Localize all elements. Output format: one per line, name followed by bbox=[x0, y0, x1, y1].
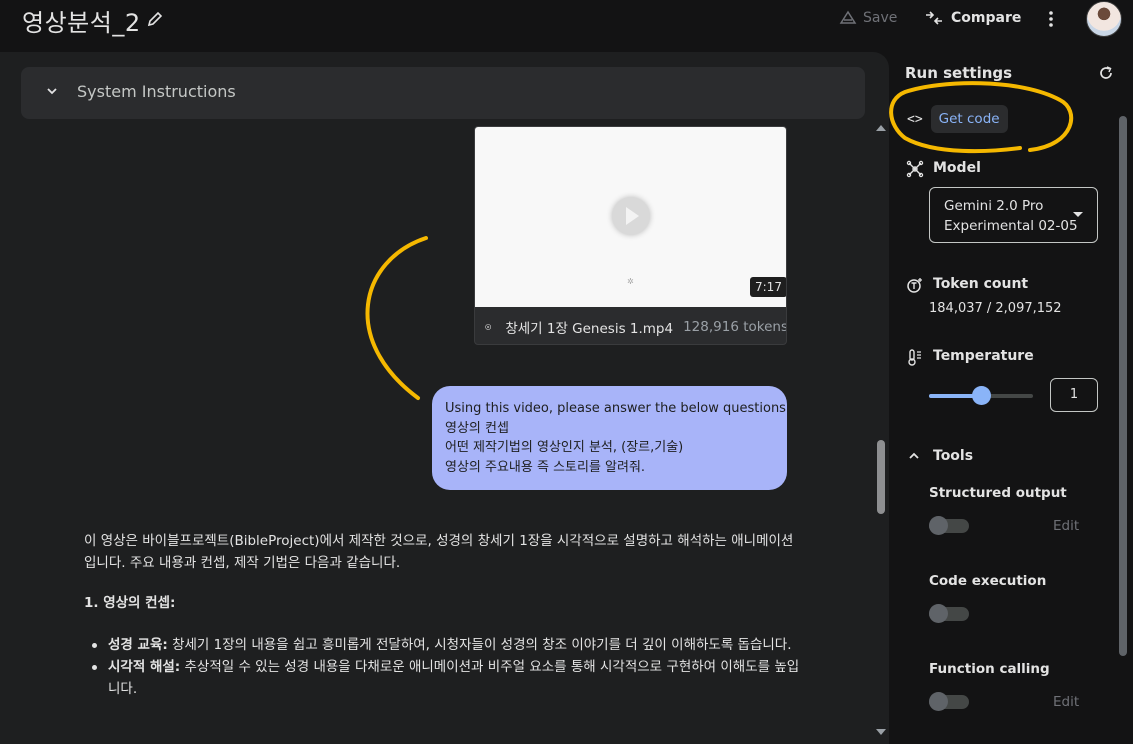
function-calling-toggle[interactable] bbox=[929, 692, 969, 711]
thermometer-icon bbox=[908, 349, 921, 366]
response-bullet-list: 성경 교육: 창세기 1장의 내용을 쉽고 흥미롭게 전달하여, 시청자들이 성… bbox=[84, 634, 804, 700]
temperature-input[interactable]: 1 bbox=[1050, 378, 1098, 412]
more-vert-icon[interactable] bbox=[1043, 8, 1059, 30]
compare-button[interactable]: Compare bbox=[924, 9, 1021, 27]
video-duration: 7:17 bbox=[750, 277, 786, 297]
video-filename: 창세기 1장 Genesis 1.mp4 bbox=[505, 320, 674, 337]
chevron-up-icon[interactable] bbox=[907, 449, 921, 463]
structured-output-edit-link[interactable]: Edit bbox=[1053, 518, 1079, 534]
model-value-line2: Experimental 02-05 bbox=[944, 218, 1078, 234]
run-settings-title: Run settings bbox=[905, 64, 1013, 82]
run-settings-panel: Run settings <> Get code Model Gemini 2.… bbox=[889, 44, 1133, 744]
bullet-text: 추상적일 수 있는 성경 내용을 다채로운 애니메이션과 비주얼 요소를 통해 … bbox=[108, 659, 800, 697]
model-value-line1: Gemini 2.0 Pro bbox=[944, 198, 1044, 214]
chevron-down-icon bbox=[47, 88, 57, 95]
save-label: Save bbox=[863, 10, 898, 26]
function-calling-edit-link[interactable]: Edit bbox=[1053, 694, 1079, 710]
model-icon bbox=[906, 160, 924, 178]
tool-structured-output-label: Structured output bbox=[929, 485, 1067, 501]
dropdown-caret-icon bbox=[1073, 212, 1083, 217]
code-execution-toggle[interactable] bbox=[929, 604, 969, 623]
settings-scrollbar[interactable] bbox=[1119, 116, 1127, 656]
pencil-icon[interactable] bbox=[145, 9, 165, 29]
scroll-up-arrow[interactable] bbox=[876, 125, 886, 131]
video-token-count: 128,916 tokens bbox=[683, 318, 787, 335]
structured-output-toggle[interactable] bbox=[929, 516, 969, 535]
user-message-line: 영상의 컨셉 bbox=[445, 420, 509, 436]
model-label: Model bbox=[933, 160, 981, 176]
system-instructions-bar[interactable]: System Instructions bbox=[21, 67, 865, 119]
video-meta: 창세기 1장 Genesis 1.mp4 128,916 tokens bbox=[475, 307, 787, 344]
token-count-value: 184,037 / 2,097,152 bbox=[929, 301, 1062, 316]
response-intro: 이 영상은 바이블프로젝트(BibleProject)에서 제작한 것으로, 성… bbox=[84, 533, 794, 571]
avatar[interactable] bbox=[1086, 1, 1122, 37]
chat-scrollbar-thumb[interactable] bbox=[877, 440, 885, 514]
compare-label: Compare bbox=[951, 10, 1022, 26]
tool-code-execution-label: Code execution bbox=[929, 573, 1047, 589]
model-select[interactable]: Gemini 2.0 Pro Experimental 02-05 bbox=[929, 187, 1098, 243]
reset-icon[interactable] bbox=[1098, 65, 1114, 81]
prompt-title[interactable]: 영상분석_2 bbox=[22, 3, 141, 38]
user-message-line: Using this video, please answer the belo… bbox=[445, 401, 786, 416]
token-count-icon bbox=[907, 278, 922, 293]
video-thumbnail[interactable]: ✲ 7:17 bbox=[475, 127, 786, 307]
loading-icon: ✲ bbox=[627, 277, 634, 286]
chat-panel: System Instructions ✲ 7:17 창세기 1장 Genesi… bbox=[0, 52, 889, 744]
play-circle-icon[interactable] bbox=[485, 318, 492, 336]
temperature-label: Temperature bbox=[933, 348, 1034, 364]
user-message-bubble: Using this video, please answer the belo… bbox=[432, 386, 787, 490]
list-item: 시각적 해설: 추상적일 수 있는 성경 내용을 다채로운 애니메이션과 비주얼… bbox=[92, 656, 804, 700]
play-overlay-icon[interactable] bbox=[612, 197, 650, 235]
top-bar: 영상분석_2 Save Compare bbox=[0, 0, 1133, 44]
tools-label: Tools bbox=[933, 448, 974, 464]
bullet-text: 창세기 1장의 내용을 쉽고 흥미롭게 전달하여, 시청자들이 성경의 창조 이… bbox=[167, 637, 792, 653]
temperature-slider-knob[interactable] bbox=[971, 386, 991, 405]
model-response: 이 영상은 바이블프로젝트(BibleProject)에서 제작한 것으로, 성… bbox=[84, 530, 804, 700]
save-button[interactable]: Save bbox=[839, 9, 897, 27]
code-icon: <> bbox=[907, 111, 923, 127]
get-code-label: Get code bbox=[930, 105, 1008, 133]
save-icon bbox=[839, 10, 857, 24]
user-message-line: 어떤 제작기법의 영상인지 분석, (장르,기술) bbox=[445, 440, 684, 455]
tool-function-calling-label: Function calling bbox=[929, 661, 1050, 677]
bullet-bold: 성경 교육: bbox=[108, 637, 168, 653]
bullet-bold: 시각적 해설: bbox=[108, 659, 181, 675]
scroll-down-arrow[interactable] bbox=[876, 729, 886, 735]
system-instructions-label: System Instructions bbox=[77, 82, 236, 101]
compare-icon bbox=[926, 11, 942, 25]
user-message-line: 영상의 주요내용 즉 스토리를 알려줘. bbox=[445, 459, 646, 475]
token-count-label: Token count bbox=[933, 276, 1029, 292]
get-code-button[interactable]: <> Get code bbox=[907, 104, 1008, 134]
video-attachment[interactable]: ✲ 7:17 창세기 1장 Genesis 1.mp4 128,916 toke… bbox=[474, 126, 787, 345]
list-item: 성경 교육: 창세기 1장의 내용을 쉽고 흥미롭게 전달하여, 시청자들이 성… bbox=[92, 634, 804, 656]
response-section-title: 1. 영상의 컨셉: bbox=[84, 595, 176, 611]
